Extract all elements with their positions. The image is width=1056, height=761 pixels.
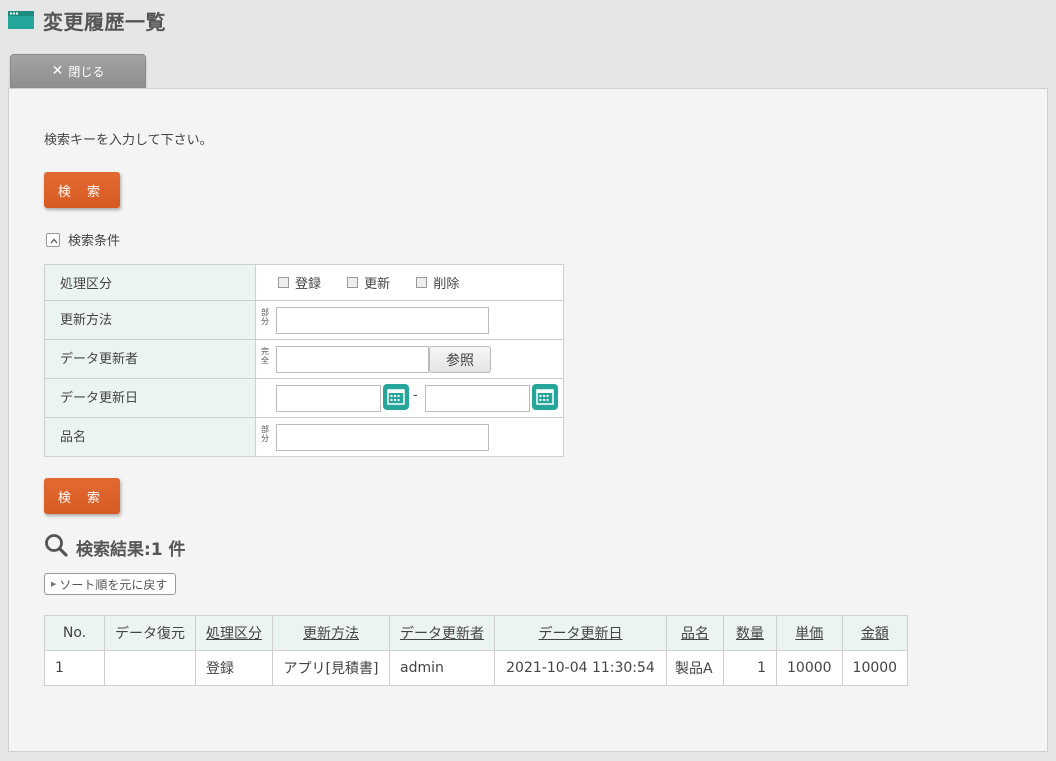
cell-date: 2021-10-04 11:30:54 [494, 650, 667, 686]
col-unit-price-label: 単価 [795, 626, 824, 642]
date-to-input[interactable] [425, 385, 530, 412]
match-mode-label: 部分 [261, 308, 269, 326]
col-updater[interactable]: データ更新者 [389, 615, 495, 651]
search-conditions-table: 処理区分 登録 更新 削除 更新方法 部分 データ更新者 完全 参照 データ更新… [44, 264, 564, 457]
page-header: 変更履歴一覧 [8, 6, 166, 34]
col-date-label: データ更新日 [538, 626, 623, 642]
table-row: 1 登録 アプリ[見積書] admin 2021-10-04 11:30:54 … [44, 650, 909, 686]
sort-reset-button[interactable]: ▶ ソート順を元に戻す [44, 573, 177, 595]
cell-updater: admin [389, 650, 495, 686]
main-panel: 検索キーを入力して下さい。 検 索 検索条件 処理区分 登録 更新 削除 更新方… [8, 88, 1048, 752]
checkbox-box [278, 277, 289, 288]
checkbox-register-label: 登録 [295, 277, 322, 292]
cell-amount: 10000 [841, 650, 909, 686]
col-method-label: 更新方法 [303, 626, 359, 642]
checkbox-box [347, 277, 359, 288]
process-label: 処理区分 [44, 264, 256, 301]
close-button-label: 閉じる [68, 64, 105, 79]
instruction-text: 検索キーを入力して下さい。 [44, 133, 213, 148]
match-mode-label: 完全 [261, 347, 269, 365]
conditions-toggle[interactable]: 検索条件 [46, 230, 120, 249]
close-icon: ✕ [51, 63, 64, 79]
col-amount-label: 金額 [860, 626, 889, 642]
col-product[interactable]: 品名 [666, 615, 724, 651]
col-unit-price[interactable]: 単価 [776, 615, 843, 651]
chevron-up-icon [46, 232, 60, 247]
close-button[interactable]: ✕ 閉じる [10, 54, 146, 88]
col-restore: データ復元 [104, 615, 196, 651]
reference-button[interactable]: 参照 [429, 346, 491, 373]
cell-product: 製品A [666, 650, 724, 686]
col-quantity-label: 数量 [736, 626, 764, 642]
cell-process: 登録 [195, 650, 273, 686]
cell-unit-price: 10000 [776, 650, 843, 686]
cell-no: 1 [44, 650, 105, 686]
checkbox-delete[interactable]: 削除 [416, 273, 459, 292]
cell-quantity: 1 [723, 650, 777, 686]
search-button-bottom[interactable]: 検 索 [44, 478, 120, 514]
checkbox-box [416, 277, 428, 288]
col-product-label: 品名 [681, 626, 709, 642]
calendar-icon[interactable] [532, 384, 558, 410]
triangle-right-icon: ▶ [51, 580, 57, 588]
method-label: 更新方法 [44, 300, 256, 340]
method-input[interactable] [276, 307, 489, 334]
col-date[interactable]: データ更新日 [494, 615, 667, 651]
window-icon [8, 11, 34, 29]
results-header: 検索結果:1 件 [44, 533, 186, 561]
conditions-label: 検索条件 [68, 234, 121, 249]
col-process[interactable]: 処理区分 [195, 615, 273, 651]
checkbox-update-label: 更新 [364, 277, 391, 292]
col-process-label: 処理区分 [206, 626, 262, 642]
checkbox-delete-label: 削除 [433, 277, 460, 292]
search-icon [44, 533, 68, 561]
col-amount[interactable]: 金額 [841, 615, 909, 651]
updater-input[interactable] [276, 346, 429, 373]
col-method[interactable]: 更新方法 [272, 615, 390, 651]
calendar-icon[interactable] [383, 384, 409, 410]
search-button-top[interactable]: 検 索 [44, 172, 120, 208]
cell-restore [104, 650, 196, 686]
checkbox-update[interactable]: 更新 [347, 273, 390, 292]
sort-reset-label: ソート順を元に戻す [59, 577, 168, 592]
table-header-row: No. データ復元 処理区分 更新方法 データ更新者 データ更新日 品名 数量 … [44, 615, 909, 651]
col-quantity[interactable]: 数量 [723, 615, 777, 651]
match-mode-label: 部分 [261, 425, 269, 443]
page-title: 変更履歴一覧 [43, 9, 166, 34]
updater-label: データ更新者 [44, 339, 256, 379]
results-title: 検索結果:1 件 [76, 539, 186, 560]
date-from-input[interactable] [276, 385, 381, 412]
product-label: 品名 [44, 417, 256, 457]
date-label: データ更新日 [44, 378, 256, 418]
col-updater-label: データ更新者 [400, 626, 484, 642]
date-separator: - [413, 388, 418, 403]
cell-method: アプリ[見積書] [272, 650, 390, 686]
results-table: No. データ復元 処理区分 更新方法 データ更新者 データ更新日 品名 数量 … [44, 615, 909, 686]
checkbox-register[interactable]: 登録 [278, 273, 321, 292]
col-no: No. [44, 615, 105, 651]
product-input[interactable] [276, 424, 489, 451]
